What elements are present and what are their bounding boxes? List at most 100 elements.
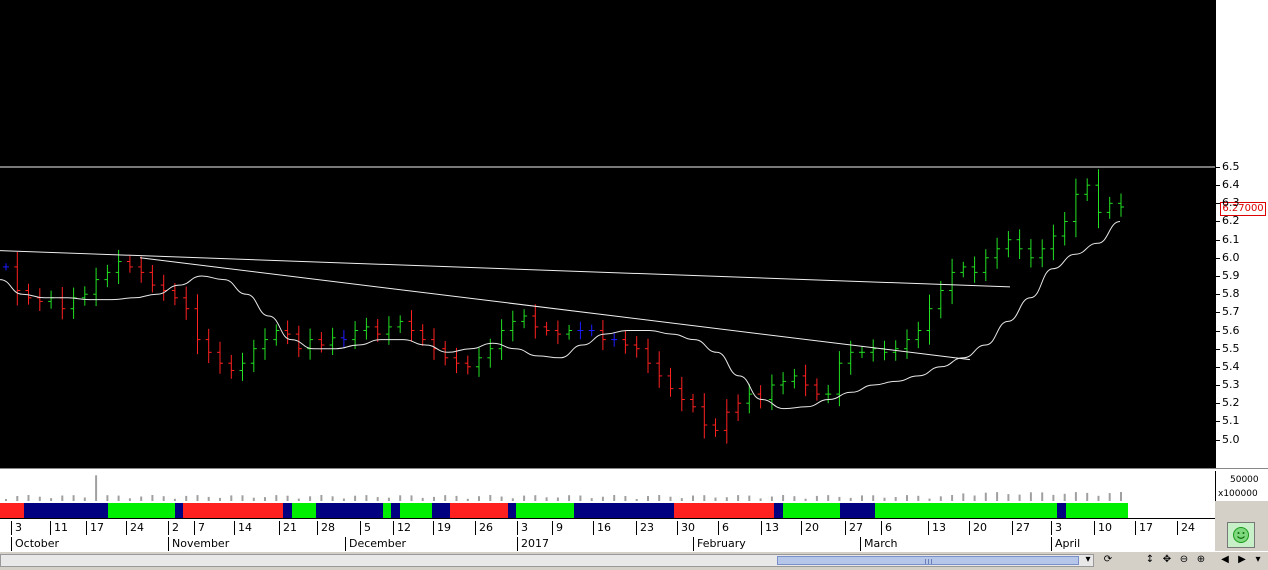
y-tick-mark bbox=[1216, 240, 1220, 241]
date-tick-label: 5 bbox=[360, 521, 371, 535]
date-axis: 3 11 17 24 2 7 14 21 28 5 12 19 26 3 9 16 23 30 6 13 20 27 6 13… bbox=[0, 518, 1215, 552]
trend-segment bbox=[391, 503, 400, 518]
zoom-in-icon[interactable]: ⊕ bbox=[1194, 553, 1208, 567]
dropdown-arrow-icon[interactable]: ▾ bbox=[1251, 553, 1265, 567]
y-tick-mark bbox=[1216, 167, 1220, 168]
date-tick-label: 12 bbox=[393, 521, 411, 535]
y-tick-label: 5.1 bbox=[1222, 414, 1240, 427]
right-arrow-icon[interactable]: ▶ bbox=[1235, 553, 1249, 567]
date-tick-label: 20 bbox=[969, 521, 987, 535]
volume-bar bbox=[1108, 493, 1111, 501]
volume-unit-label: x100000 bbox=[1218, 489, 1258, 499]
left-arrow-icon[interactable]: ◀ bbox=[1218, 553, 1232, 567]
date-tick-label: 6 bbox=[881, 521, 892, 535]
trend-color-strip bbox=[0, 501, 1215, 518]
horizontal-scrollbar[interactable] bbox=[0, 554, 1094, 567]
date-tick-label: 13 bbox=[761, 521, 779, 535]
month-label: February bbox=[693, 537, 746, 551]
y-tick-mark bbox=[1216, 185, 1220, 186]
corner-panel bbox=[1215, 518, 1268, 551]
trend-segment bbox=[383, 503, 391, 518]
y-tick-mark bbox=[1216, 221, 1220, 222]
trend-segment bbox=[774, 503, 783, 518]
trend-segment bbox=[108, 503, 175, 518]
y-tick-label: 5.8 bbox=[1222, 287, 1240, 300]
date-tick-label: 17 bbox=[86, 521, 104, 535]
date-tick-label: 6 bbox=[718, 521, 729, 535]
trend-segment bbox=[432, 503, 450, 518]
moving-average-line bbox=[0, 221, 1121, 410]
y-tick-mark bbox=[1216, 367, 1220, 368]
date-tick-label: 14 bbox=[234, 521, 252, 535]
trend-segment bbox=[508, 503, 516, 518]
y-tick-mark bbox=[1216, 294, 1220, 295]
volume-bar bbox=[1074, 492, 1077, 501]
scrollbar-thumb[interactable] bbox=[777, 556, 1079, 565]
month-label: April bbox=[1051, 537, 1080, 551]
month-label: 2017 bbox=[517, 537, 549, 551]
y-tick-mark bbox=[1216, 349, 1220, 350]
date-tick-label: 13 bbox=[928, 521, 946, 535]
trend-segment bbox=[674, 503, 774, 518]
volume-bar bbox=[1120, 492, 1122, 501]
date-tick-label: 26 bbox=[475, 521, 493, 535]
y-tick-label: 5.9 bbox=[1222, 269, 1240, 282]
price-axis: 6.27000 5.0 5.1 5.2 5.3 5.4 5.5 5.6 5.7 5.8 5.9 6.… bbox=[1215, 0, 1268, 468]
date-tick-label: 21 bbox=[279, 521, 297, 535]
scroll-grip bbox=[931, 559, 932, 564]
trend-segment bbox=[0, 503, 24, 518]
date-tick-label: 24 bbox=[126, 521, 144, 535]
trend-segment bbox=[1057, 503, 1066, 518]
y-tick-mark bbox=[1216, 403, 1220, 404]
date-tick-label: 10 bbox=[1094, 521, 1112, 535]
date-tick-label: 11 bbox=[50, 521, 68, 535]
date-tick-label: 28 bbox=[317, 521, 335, 535]
volume-bar bbox=[984, 492, 987, 501]
y-tick-label: 6.5 bbox=[1222, 160, 1240, 173]
date-tick-label: 20 bbox=[801, 521, 819, 535]
trend-segment bbox=[840, 503, 875, 518]
y-tick-mark bbox=[1216, 440, 1220, 441]
trend-segment bbox=[175, 503, 183, 518]
move-vertical-icon[interactable]: ↕ bbox=[1143, 553, 1157, 567]
move-icon[interactable]: ✥ bbox=[1160, 553, 1174, 567]
volume-bar bbox=[962, 493, 965, 501]
volume-bar bbox=[1007, 494, 1010, 501]
date-tick-label: 2 bbox=[168, 521, 179, 535]
y-tick-label: 6.1 bbox=[1222, 233, 1240, 246]
refresh-icon[interactable]: ⟳ bbox=[1101, 553, 1115, 567]
y-tick-mark bbox=[1216, 276, 1220, 277]
trendline-upper bbox=[0, 250, 1011, 288]
zoom-out-icon[interactable]: ⊖ bbox=[1177, 553, 1191, 567]
date-tick-label: 19 bbox=[433, 521, 451, 535]
date-tick-label: 7 bbox=[194, 521, 205, 535]
trend-segment bbox=[450, 503, 508, 518]
y-tick-label: 6.4 bbox=[1222, 178, 1240, 191]
volume-bar bbox=[996, 492, 999, 501]
y-tick-label: 5.6 bbox=[1222, 324, 1240, 337]
trend-segment bbox=[875, 503, 1057, 518]
trend-segment bbox=[516, 503, 574, 518]
volume-chart bbox=[5, 475, 1122, 501]
volume-bar bbox=[95, 475, 98, 501]
volume-bar bbox=[1063, 493, 1066, 501]
y-tick-mark bbox=[1216, 258, 1220, 259]
y-tick-mark bbox=[1216, 385, 1220, 386]
smiley-button[interactable] bbox=[1227, 522, 1255, 548]
date-tick-label: 27 bbox=[1012, 521, 1030, 535]
month-label: March bbox=[860, 537, 898, 551]
scroll-grip bbox=[925, 559, 926, 564]
date-tick-label: 3 bbox=[11, 521, 22, 535]
trend-segment bbox=[24, 503, 108, 518]
chart-window: 6.27000 5.0 5.1 5.2 5.3 5.4 5.5 5.6 5.7 5.8 5.9 6.… bbox=[0, 0, 1268, 570]
y-tick-label: 5.4 bbox=[1222, 360, 1240, 373]
date-tick-label: 3 bbox=[1051, 521, 1062, 535]
month-label: November bbox=[168, 537, 229, 551]
date-tick-label: 17 bbox=[1135, 521, 1153, 535]
volume-pane[interactable] bbox=[0, 471, 1215, 501]
price-pane[interactable] bbox=[0, 0, 1215, 468]
y-tick-mark bbox=[1216, 203, 1220, 204]
dropdown-arrow-icon[interactable]: ▾ bbox=[1081, 553, 1095, 567]
month-label: December bbox=[345, 537, 406, 551]
trend-segment bbox=[183, 503, 283, 518]
